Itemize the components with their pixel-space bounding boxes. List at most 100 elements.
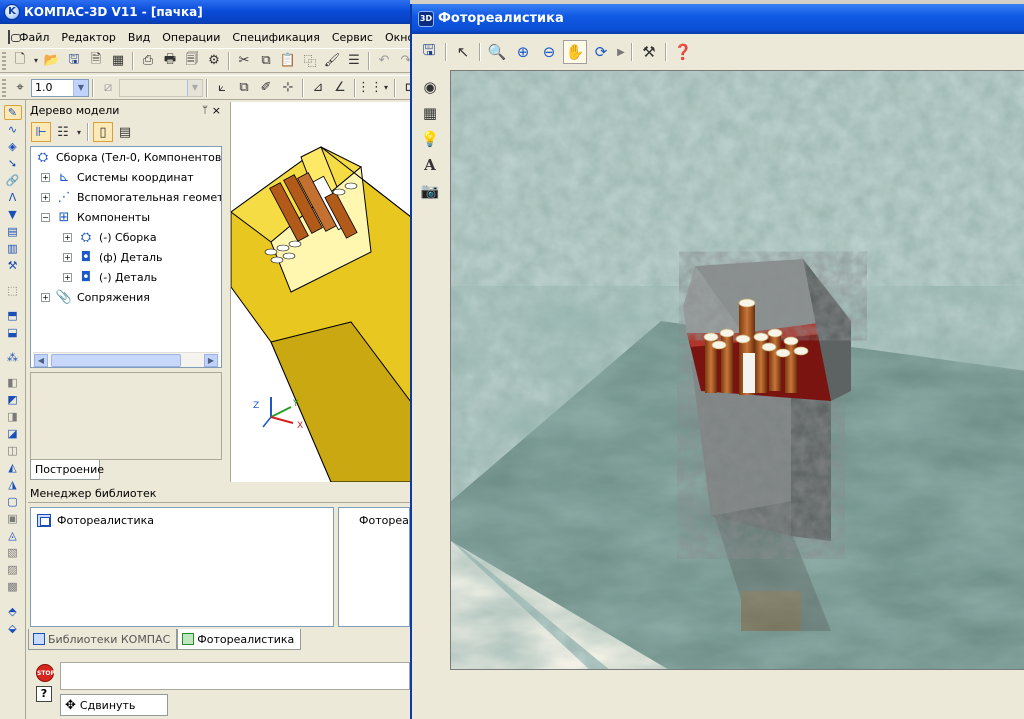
thread-icon[interactable]: ▩ [4,579,22,594]
tree-horizontal-scrollbar[interactable]: ◀ ▶ [33,352,219,367]
command-field[interactable] [60,662,410,690]
text-icon[interactable]: A [418,153,442,177]
stop-icon[interactable]: STOP [36,664,55,682]
tab-photorealistic[interactable]: Фотореалистика [177,629,302,650]
filter-icon[interactable]: ▼ [4,207,22,222]
clone-icon[interactable]: ⿻ [300,51,320,71]
scroll-left-icon[interactable]: ◀ [34,354,48,367]
section-icon[interactable]: ▧ [4,545,22,560]
expand-icon[interactable]: + [63,272,72,282]
kinematic-icon[interactable]: ◨ [4,409,22,424]
print-setup-icon[interactable]: 🖶 [160,51,180,71]
print-preview-icon[interactable]: 🗎 [86,51,106,71]
tree-item-sub-assembly[interactable]: + ⛭ (-) Сборка [63,227,157,247]
expand-icon[interactable]: + [41,172,50,182]
print-icon[interactable]: ⎙ [138,51,158,71]
tree-list-icon[interactable]: ▤ [115,122,135,142]
scale-combo[interactable]: 1.0 ▼ [31,78,89,97]
tab-kompas-libraries[interactable]: Библиотеки КОМПАС [28,629,178,650]
move-component-icon[interactable]: ⬓ [4,325,22,340]
curve-icon[interactable]: ∿ [4,122,22,137]
paste-icon[interactable]: 📋 [278,51,298,71]
copy-icon[interactable]: ⧉ [256,51,276,71]
create-component-icon[interactable]: ⬒ [4,308,22,323]
magic-icon[interactable]: ⚙ [204,51,224,71]
scroll-thumb[interactable] [51,354,181,367]
library-contents-item[interactable]: Фотореа [359,514,409,527]
help-book-icon[interactable]: ❓ [671,40,695,64]
surface-icon[interactable]: ◈ [4,139,22,154]
local-cs-icon[interactable]: ⌖ [10,78,30,98]
select-arrow-icon[interactable]: ↖ [451,40,475,64]
shell-icon[interactable]: ▢ [4,494,22,509]
measure-icon[interactable]: ⊿ [308,78,328,98]
menu-window[interactable]: Окно [380,31,410,44]
new-document-icon[interactable]: 🗋 [10,51,30,71]
menu-editor[interactable]: Редактор [56,31,123,44]
rib-icon[interactable]: ▣ [4,511,22,526]
link-icon[interactable]: 🔗 [4,173,22,188]
pick-icon[interactable]: ⊹ [278,78,298,98]
help-icon[interactable]: ? [36,686,52,702]
eyedropper-icon[interactable]: ✐ [256,78,276,98]
pan-hand-icon[interactable]: ✋ [563,40,587,64]
brush-icon[interactable]: 🖌 [322,51,342,71]
arrow-icon[interactable]: ➘ [4,156,22,171]
save-icon[interactable]: 🖫 [64,51,84,71]
menu-service[interactable]: Сервис [327,31,380,44]
light-bulb-icon[interactable]: 💡 [418,127,442,151]
tab-construction[interactable]: Построение [30,460,104,480]
angle-icon[interactable]: ∠ [330,78,350,98]
analyze-icon[interactable]: ⬙ [4,621,22,636]
properties-icon[interactable]: ☰ [344,51,364,71]
layer-dropdown-icon[interactable]: ▼ [187,79,202,96]
tree-order-dropdown-icon[interactable]: ▾ [75,122,83,142]
library-icon[interactable]: ▦ [108,51,128,71]
scale-dropdown-icon[interactable]: ▼ [73,79,88,96]
copy-properties-icon[interactable]: 🗐 [182,51,202,71]
cut-extrude-icon[interactable]: ◫ [4,443,22,458]
tree-window-icon[interactable]: ▯ [93,122,113,142]
tree-item-part[interactable]: + ◘ (-) Деталь [63,267,157,287]
rotate-icon[interactable]: ◩ [4,392,22,407]
redo-icon[interactable]: ↷ [396,51,410,71]
expand-icon[interactable]: + [41,192,50,202]
tree-item-part-fixed[interactable]: + ◘ (ф) Деталь [63,247,163,267]
mirror-icon[interactable]: ◬ [4,528,22,543]
menu-operations[interactable]: Операции [157,31,227,44]
document-icon[interactable] [8,30,21,44]
new-dropdown-icon[interactable]: ▾ [32,51,40,71]
main-title-bar[interactable]: K КОМПАС-3D V11 - [пачка] [0,0,410,24]
zoom-icon[interactable]: 🔍 [485,40,509,64]
check-icon[interactable]: ⬘ [4,604,22,619]
cut-icon[interactable]: ✂ [234,51,254,71]
library-contents[interactable]: Фотореа [338,507,410,627]
menu-view[interactable]: Вид [123,31,157,44]
chamfer-icon[interactable]: ◮ [4,477,22,492]
collapse-icon[interactable]: − [41,212,50,222]
expand-icon[interactable]: + [41,292,50,302]
zoom-window-icon[interactable]: ⊕ [511,40,535,64]
tree-item-assembly[interactable]: ⛭ Сборка (Тел-0, Компонентов-3) [35,147,221,167]
fillet-icon[interactable]: ◭ [4,460,22,475]
expand-icon[interactable]: + [63,252,72,262]
insert-component-icon[interactable]: ⬚ [4,283,22,298]
tree-structure-icon[interactable]: ⊩ [31,122,51,142]
toolbar-grip-2[interactable] [2,78,6,97]
layer-icon[interactable]: ⧄ [98,78,118,98]
materials-icon[interactable]: ▦ [418,101,442,125]
toolbar-grip[interactable] [2,51,6,70]
menu-specification[interactable]: Спецификация [227,31,326,44]
more-tools-icon[interactable]: ▶ [615,40,627,64]
report-icon[interactable]: ▥ [4,241,22,256]
camera-icon[interactable]: 📷 [418,179,442,203]
library-list[interactable]: Фотореалистика [30,507,334,627]
extrude-icon[interactable]: ◧ [4,375,22,390]
ortho-icon[interactable]: ⊏ [400,78,410,98]
edit-assembly-icon[interactable]: ✎ [3,105,22,120]
grid-dropdown-icon[interactable]: ▾ [382,78,390,98]
tree-item-aux-geometry[interactable]: + ⋰ Вспомогательная геометри [41,187,221,207]
render-icon[interactable]: ◉ [418,75,442,99]
loft-icon[interactable]: ◪ [4,426,22,441]
rotate-view-icon[interactable]: ⟳ [589,40,613,64]
